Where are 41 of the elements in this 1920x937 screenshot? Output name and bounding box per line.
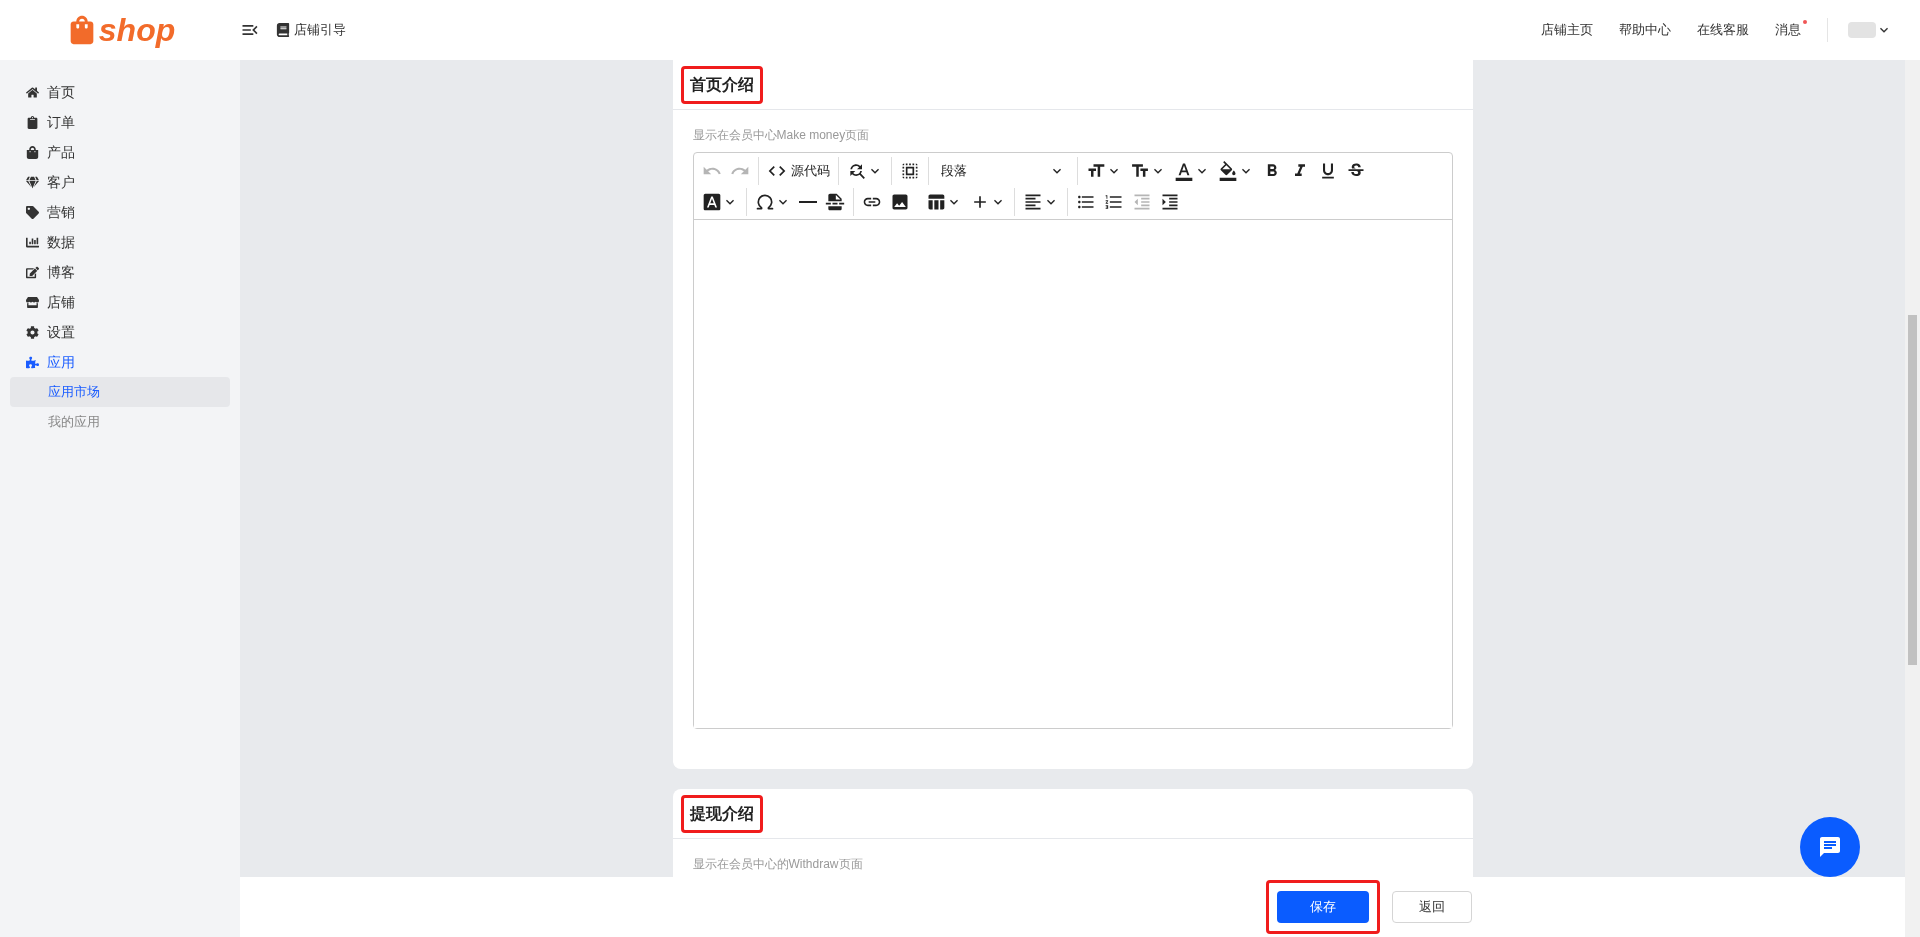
book-icon	[276, 23, 290, 37]
sidebar-item[interactable]: 订单	[10, 107, 230, 137]
sidebar-item[interactable]: 应用	[10, 347, 230, 377]
back-button[interactable]: 返回	[1392, 891, 1472, 923]
header-link[interactable]: 店铺主页	[1541, 20, 1599, 40]
header-link[interactable]: 消息	[1775, 20, 1807, 40]
tag-icon	[26, 205, 39, 219]
store-icon	[26, 295, 39, 309]
section-title: 首页介绍	[680, 65, 763, 104]
sidebar-item[interactable]: 产品	[10, 137, 230, 167]
gem-icon	[26, 175, 39, 189]
sidebar-subitem[interactable]: 应用市场	[10, 377, 230, 407]
settings-icon	[26, 325, 39, 339]
block-format-select[interactable]: 段落	[932, 156, 1073, 185]
section-hint: 显示在会员中心的Withdraw页面	[692, 856, 864, 873]
horizontal-rule-icon	[798, 200, 817, 203]
puzzle-icon	[26, 355, 39, 369]
save-button[interactable]: 保存	[1277, 891, 1369, 923]
edit-icon	[26, 265, 39, 279]
background-color-icon	[1217, 160, 1238, 181]
sidebar-item[interactable]: 博客	[10, 257, 230, 287]
clipboard-icon	[26, 115, 39, 129]
section-title: 提现介绍	[680, 794, 763, 833]
sidebar-item[interactable]: 营销	[10, 197, 230, 227]
chat-icon	[1818, 835, 1842, 859]
header-link[interactable]: 在线客服	[1697, 20, 1755, 40]
bag-icon	[26, 145, 39, 159]
bar-chart-icon	[26, 235, 39, 249]
home-icon	[26, 85, 39, 99]
sidebar-item[interactable]: 首页	[10, 77, 230, 107]
sidebar-item[interactable]: 数据	[10, 227, 230, 257]
page-break-icon	[824, 191, 845, 212]
font-family-icon	[701, 191, 722, 212]
source-code-button[interactable]: 源代码	[762, 156, 834, 185]
guide-link[interactable]: 店铺引导	[276, 20, 346, 40]
sidebar-item[interactable]: 设置	[10, 317, 230, 347]
chat-button[interactable]	[1800, 817, 1860, 877]
header-link[interactable]: 帮助中心	[1619, 20, 1677, 40]
sidebar-item[interactable]: 店铺	[10, 287, 230, 317]
section-hint: 显示在会员中心Make money页面	[692, 127, 871, 144]
sidebar-item[interactable]: 客户	[10, 167, 230, 197]
